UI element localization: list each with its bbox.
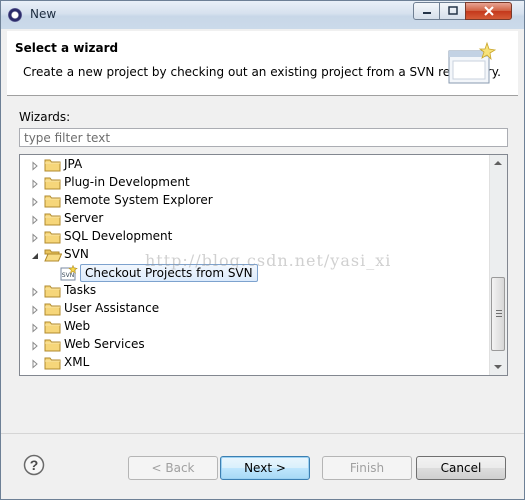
folder-icon [44,175,62,190]
tree-item-server[interactable]: Server [20,210,490,228]
tree-item-label: JPA [64,157,83,171]
back-button[interactable]: < Back [128,456,218,480]
watermark: http://blog.csdn.net/yasi_xi [145,251,392,270]
window-title: New [30,7,57,21]
minimize-icon [422,12,431,14]
collapsed-arrow-icon[interactable] [30,178,40,189]
collapsed-arrow-icon[interactable] [30,232,40,243]
scroll-up-icon[interactable] [494,161,502,165]
cancel-button[interactable]: Cancel [416,456,506,480]
tree-item-sql-development[interactable]: SQL Development [20,228,490,246]
wizard-header: Select a wizard Create a new project by … [7,31,518,96]
tree-item-label: Tasks [64,283,97,297]
tree-item-label: Plug-in Development [64,175,190,189]
folder-icon [44,319,62,334]
close-icon [483,6,494,16]
tree-item-xml[interactable]: XML [20,354,490,372]
minimize-button[interactable] [413,2,440,20]
tree-item-plug-in-development[interactable]: Plug-in Development [20,174,490,192]
tree-item-user-assistance[interactable]: User Assistance [20,300,490,318]
folder-icon [44,301,62,316]
folder-icon [44,211,62,226]
collapsed-arrow-icon[interactable] [30,322,40,333]
help-icon[interactable]: ? [23,454,45,476]
next-button[interactable]: Next > [220,456,310,480]
tree-item-label: SQL Development [64,229,173,243]
wizards-label: Wizards: [19,110,71,124]
finish-button[interactable]: Finish [322,456,412,480]
collapsed-arrow-icon[interactable] [30,160,40,171]
scroll-down-icon[interactable] [494,365,502,369]
new-wizard-dialog: New Select a wizard Create a new project… [0,0,525,500]
wizard-banner-icon [448,41,497,84]
collapsed-arrow-icon[interactable] [30,340,40,351]
folder-icon [44,337,62,352]
tree-item-label: SVN [64,247,89,261]
button-bar: ? < Back Next > Finish Cancel [1,433,524,499]
close-button[interactable] [465,2,512,20]
folder-icon [44,229,62,244]
page-description: Create a new project by checking out an … [23,65,501,79]
collapsed-arrow-icon[interactable] [30,214,40,225]
svg-text:SVN: SVN [62,272,74,279]
maximize-icon [447,6,458,15]
page-title: Select a wizard [15,41,119,55]
maximize-button[interactable] [439,2,466,20]
collapsed-arrow-icon[interactable] [30,358,40,369]
folder-icon [44,283,62,298]
folder-open-icon [44,247,63,262]
expanded-arrow-icon[interactable] [30,250,40,260]
eclipse-icon [8,8,22,22]
collapsed-arrow-icon[interactable] [30,196,40,207]
tree-item-label: XML [64,355,90,369]
folder-icon [44,355,62,370]
tree-item-label: Server [64,211,104,225]
tree-item-web-services[interactable]: Web Services [20,336,490,354]
vertical-scrollbar[interactable] [489,155,507,375]
folder-icon [44,193,62,208]
collapsed-arrow-icon[interactable] [30,286,40,297]
scrollbar-thumb[interactable] [491,277,505,351]
tree-item-tasks[interactable]: Tasks [20,282,490,300]
svn-checkout-icon: SVN [60,264,78,281]
tree-item-label: Remote System Explorer [64,193,213,207]
collapsed-arrow-icon[interactable] [30,304,40,315]
tree-item-label: Web Services [64,337,145,351]
svg-text:?: ? [30,457,39,473]
folder-icon [44,157,62,172]
title-bar[interactable]: New [1,1,524,29]
tree-item-jpa[interactable]: JPA [20,156,490,174]
tree-item-remote-system-explorer[interactable]: Remote System Explorer [20,192,490,210]
tree-item-label: Web [64,319,91,333]
tree-item-label: User Assistance [64,301,160,315]
tree-item-web[interactable]: Web [20,318,490,336]
filter-input[interactable] [19,128,508,147]
